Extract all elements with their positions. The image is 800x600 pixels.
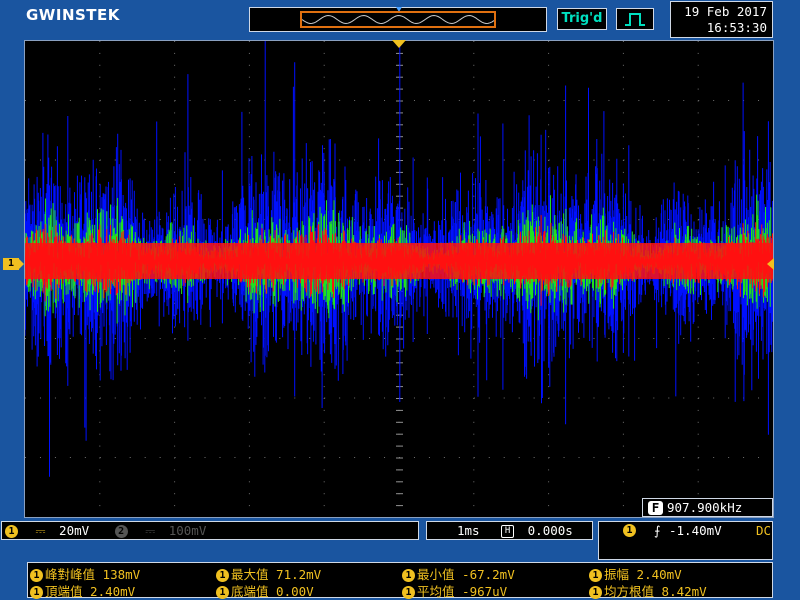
time-text: 16:53:30 — [706, 20, 767, 35]
frequency-counter: F 907.900kHz — [642, 498, 773, 517]
ch1-scale: 20mV — [59, 523, 90, 538]
frequency-icon: F — [648, 501, 663, 515]
timebase-panel[interactable]: 1ms H 0.000s — [426, 521, 593, 540]
measurement-value: 0.00V — [276, 584, 314, 599]
ch2-badge[interactable]: 2 — [114, 525, 128, 538]
measurement-value: -967uV — [462, 584, 508, 599]
measurement-label: 振幅 — [604, 567, 630, 582]
measurement-value: 2.40mV — [90, 584, 136, 599]
graticule-and-trace — [25, 41, 773, 507]
trigger-level-marker[interactable] — [767, 258, 774, 270]
measurement-panel[interactable]: 1 峰對峰值 138mV 1 最大值 71.2mV 1 最小值 -67.2mV 1 振幅… — [27, 562, 773, 600]
measurement-label: 平均值 — [417, 584, 455, 599]
ch1-ground-marker[interactable]: 1 — [3, 258, 24, 270]
measurement-label: 最大值 — [231, 567, 269, 582]
edge-trigger-button[interactable] — [616, 8, 654, 30]
measurement-label: 最小值 — [417, 567, 455, 582]
waveform-display[interactable] — [24, 40, 774, 518]
measurement-item[interactable]: 1 均方根值 8.42mV — [589, 581, 707, 600]
waveform-memory-bar — [249, 7, 547, 32]
measurement-label: 峰對峰值 — [45, 567, 96, 582]
ch2-coupling-icon: ⎓ — [145, 523, 156, 538]
trigger-source-badge: 1 — [623, 524, 636, 537]
rising-edge-icon: ⨍ — [654, 523, 661, 538]
measurement-item[interactable]: 1 頂端值 2.40mV — [30, 581, 135, 600]
trigger-coupling: DC — [756, 523, 772, 538]
ch1-coupling-icon: ⎓ — [35, 523, 46, 538]
measure-source-badge: 1 — [30, 586, 43, 599]
trigger-panel[interactable]: 1 ⨍ -1.40mV DC — [598, 521, 773, 560]
measure-source-badge: 1 — [216, 586, 229, 599]
trigger-level: -1.40mV — [669, 523, 722, 538]
measurement-value: 71.2mV — [276, 567, 322, 582]
brand-logo: GWINSTEK — [26, 6, 120, 24]
pulse-icon — [625, 13, 645, 26]
trigger-position-marker[interactable] — [392, 40, 406, 48]
date-time: 19 Feb 2017 16:53:30 — [670, 1, 773, 38]
trigger-status: Trig'd — [557, 8, 607, 30]
measurement-value: 8.42mV — [661, 584, 707, 599]
timebase-scale: 1ms — [457, 523, 480, 538]
measurement-value: -67.2mV — [462, 567, 515, 582]
ch1-badge[interactable]: 1 — [5, 525, 18, 538]
memory-preview-wave — [302, 14, 494, 25]
measurement-label: 頂端值 — [45, 584, 83, 599]
date-text: 19 Feb 2017 — [684, 4, 767, 19]
measurement-item[interactable]: 1 平均值 -967uV — [402, 581, 507, 600]
measurement-value: 138mV — [102, 567, 141, 582]
channel-status-panel[interactable]: 1 ⎓ 20mV 2 ⎓ 100mV — [1, 521, 419, 540]
memory-window — [300, 11, 496, 28]
horizontal-position-icon: H — [501, 525, 515, 538]
ch2-scale: 100mV — [168, 523, 207, 538]
measurement-value: 2.40mV — [636, 567, 682, 582]
frequency-value: 907.900kHz — [667, 500, 743, 515]
measurement-label: 底端值 — [231, 584, 269, 599]
measurement-item[interactable]: 1 底端值 0.00V — [216, 581, 314, 600]
measure-source-badge: 1 — [402, 586, 415, 599]
horizontal-position: 0.000s — [527, 523, 573, 538]
measurement-label: 均方根值 — [604, 584, 655, 599]
measure-source-badge: 1 — [589, 586, 602, 599]
